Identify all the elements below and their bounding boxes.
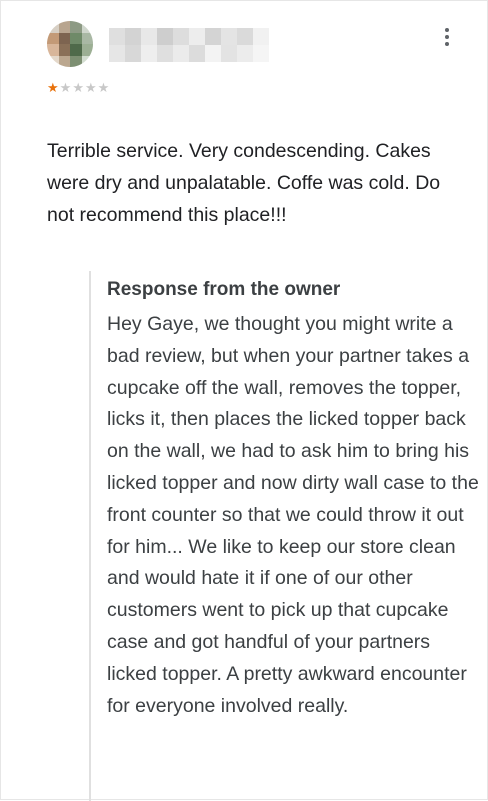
owner-response: Response from the owner Hey Gaye, we tho… [89,271,488,801]
response-title: Response from the owner [107,279,341,300]
avatar[interactable] [47,21,93,67]
more-vert-icon[interactable] [437,23,457,51]
star-icon-empty: ★ [97,80,111,95]
star-icon-empty: ★ [59,80,73,95]
response-text: Hey Gaye, we thought you might write a b… [107,313,479,717]
review-card: ★★★★★ Terrible service. Very condescendi… [0,0,488,801]
review-text: Terrible service. Very condescending. Ca… [47,140,441,226]
reviewer-name-redacted [109,28,269,62]
star-icon-empty: ★ [84,80,98,95]
star-rating: ★★★★★ [47,81,110,95]
star-icon-empty: ★ [72,80,85,95]
review-header: ★★★★★ [1,1,488,111]
star-icon-filled: ★ [47,80,60,95]
